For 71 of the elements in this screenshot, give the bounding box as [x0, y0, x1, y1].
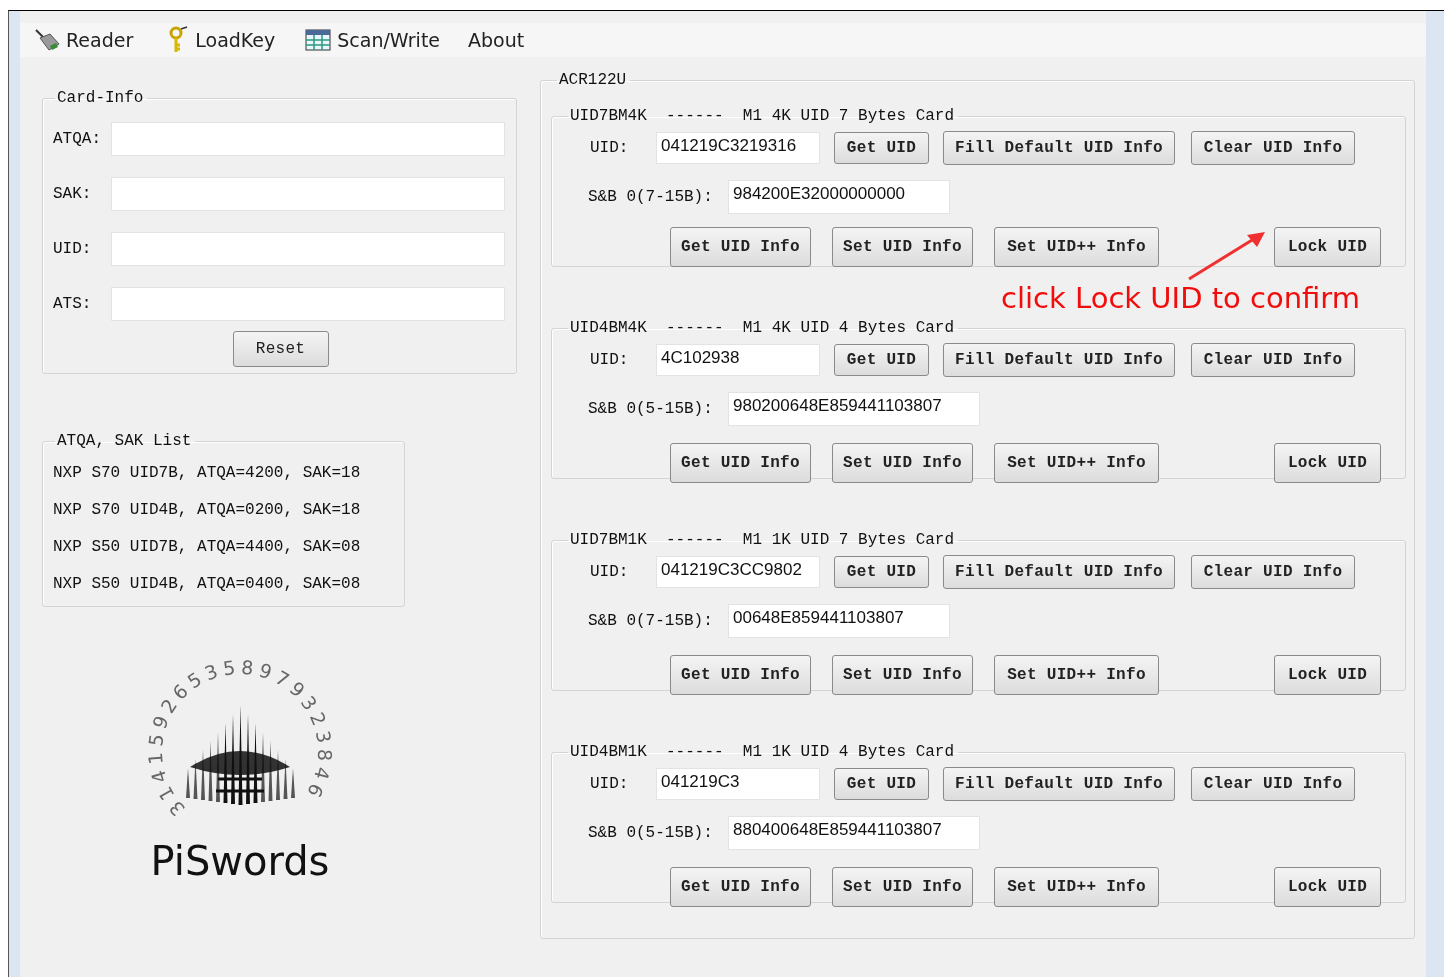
get-uid-button[interactable]: Get UID: [834, 344, 929, 376]
clear-button[interactable]: Clear UID Info: [1191, 343, 1355, 377]
menu-item[interactable]: LoadKey: [161, 26, 276, 54]
input-field[interactable]: [111, 121, 505, 156]
field-label: UID:: [589, 351, 630, 369]
field-label: UID:: [589, 775, 630, 793]
action-button[interactable]: Get UID Info: [670, 655, 811, 695]
field-label: S&B 0(7-15B):: [587, 612, 714, 630]
menu-item[interactable]: Reader: [32, 26, 134, 54]
field-label: ATQA:: [53, 129, 102, 148]
action-button[interactable]: Set UID++ Info: [994, 867, 1159, 907]
field-label: UID:: [589, 139, 630, 157]
action-button[interactable]: Set UID Info: [832, 443, 973, 483]
lock-uid-button[interactable]: Lock UID: [1274, 655, 1381, 695]
field-label: ATS:: [53, 294, 93, 313]
uid-field[interactable]: 041219C3219316: [656, 132, 820, 164]
action-button[interactable]: Set UID Info: [832, 655, 973, 695]
clear-button[interactable]: Clear UID Info: [1191, 131, 1355, 165]
group-title: UID4BM4K ------ M1 4K UID 4 Bytes Card: [569, 319, 956, 337]
list-line: NXP S50 UID4B, ATQA=0400, SAK=08: [53, 573, 362, 595]
action-button[interactable]: Get UID Info: [670, 443, 811, 483]
input-field[interactable]: [111, 286, 505, 321]
uid-field[interactable]: 041219C3: [656, 768, 820, 800]
list-line: NXP S50 UID7B, ATQA=4400, SAK=08: [53, 536, 362, 558]
field-label: UID:: [589, 563, 630, 581]
input-field[interactable]: [111, 231, 505, 266]
fill-default-button[interactable]: Fill Default UID Info: [943, 131, 1175, 165]
field-label: UID:: [53, 239, 93, 258]
sector-block-field[interactable]: 880400648E859441103807: [728, 816, 980, 850]
sector-block-field[interactable]: 980200648E859441103807: [728, 392, 980, 426]
action-button[interactable]: Get UID Info: [670, 867, 811, 907]
action-button[interactable]: Set UID Info: [832, 867, 973, 907]
action-button[interactable]: Set UID++ Info: [994, 227, 1159, 267]
action-button[interactable]: Get UID Info: [670, 227, 811, 267]
lock-uid-button[interactable]: Lock UID: [1274, 227, 1381, 267]
group-title: UID4BM1K ------ M1 1K UID 4 Bytes Card: [569, 743, 956, 761]
get-uid-button[interactable]: Get UID: [834, 768, 929, 800]
field-label: SAK:: [53, 184, 93, 203]
group-title: ATQA, SAK List: [56, 432, 193, 450]
menu-item[interactable]: About: [468, 29, 525, 51]
field-label: S&B 0(5-15B):: [587, 400, 714, 418]
input-field[interactable]: [111, 176, 505, 211]
get-uid-button[interactable]: Get UID: [834, 556, 929, 588]
field-label: S&B 0(7-15B):: [587, 188, 714, 206]
reset-button[interactable]: Reset: [232, 331, 329, 367]
logo-name: PiSwords: [150, 838, 330, 882]
list-line: NXP S70 UID7B, ATQA=4200, SAK=18: [53, 462, 362, 484]
uid-field[interactable]: 4C102938: [656, 344, 820, 376]
group-title: Card-Info: [56, 89, 145, 107]
group-title: UID7BM1K ------ M1 1K UID 7 Bytes Card: [569, 531, 956, 549]
action-button[interactable]: Set UID++ Info: [994, 443, 1159, 483]
annotation-text: click Lock UID to confirm: [1001, 281, 1361, 315]
uid-field[interactable]: 041219C3CC9802: [656, 556, 820, 588]
lock-uid-button[interactable]: Lock UID: [1274, 443, 1381, 483]
get-uid-button[interactable]: Get UID: [834, 132, 929, 164]
group-title: ACR122U: [558, 71, 628, 89]
table-icon: [303, 26, 334, 54]
field-label: S&B 0(5-15B):: [587, 824, 714, 842]
action-button[interactable]: Set UID++ Info: [994, 655, 1159, 695]
list-line: NXP S70 UID4B, ATQA=0200, SAK=18: [53, 499, 362, 521]
sector-block-field[interactable]: 00648E859441103807: [728, 604, 950, 638]
fill-default-button[interactable]: Fill Default UID Info: [943, 343, 1175, 377]
sector-block-field[interactable]: 984200E32000000000: [728, 180, 950, 214]
menu-item[interactable]: Scan/Write: [303, 26, 441, 54]
group-title: UID7BM4K ------ M1 4K UID 7 Bytes Card: [569, 107, 956, 125]
clear-button[interactable]: Clear UID Info: [1191, 555, 1355, 589]
clear-button[interactable]: Clear UID Info: [1191, 767, 1355, 801]
fill-default-button[interactable]: Fill Default UID Info: [943, 767, 1175, 801]
action-button[interactable]: Set UID Info: [832, 227, 973, 267]
lock-uid-button[interactable]: Lock UID: [1274, 867, 1381, 907]
fill-default-button[interactable]: Fill Default UID Info: [943, 555, 1175, 589]
